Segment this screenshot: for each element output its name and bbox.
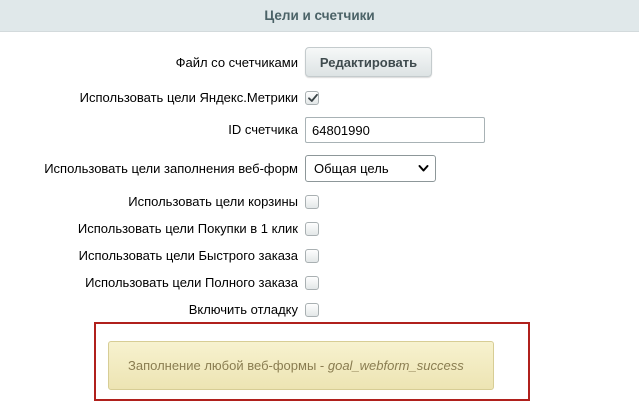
quick-order-goals-checkbox[interactable] (305, 249, 319, 263)
cart-goals-checkbox[interactable] (305, 195, 319, 209)
goal-code: goal_webform_success (327, 358, 464, 373)
debug-label: Включить отладку (188, 302, 298, 317)
webform-goals-label: Использовать цели заполнения веб-форм (44, 161, 298, 176)
full-order-goals-label: Использовать цели Полного заказа (85, 275, 298, 290)
section-title: Цели и счетчики (264, 8, 375, 23)
quick-order-goals-label: Использовать цели Быстрого заказа (78, 248, 298, 263)
edit-button[interactable]: Редактировать (305, 47, 432, 77)
use-yandex-goals-label: Использовать цели Яндекс.Метрики (79, 90, 298, 105)
check-icon (308, 93, 318, 102)
counter-id-input[interactable] (305, 117, 485, 143)
goal-notice-text: Заполнение любой веб-формы - (128, 358, 325, 373)
webform-goals-select[interactable]: Общая цель (305, 155, 436, 182)
use-yandex-goals-checkbox[interactable] (305, 91, 319, 105)
counters-file-label: Файл со счетчиками (175, 55, 298, 70)
chevron-down-icon (418, 165, 429, 172)
one-click-goals-label: Использовать цели Покупки в 1 клик (77, 221, 298, 236)
goal-notice: Заполнение любой веб-формы - goal_webfor… (108, 341, 494, 390)
counter-id-label: ID счетчика (228, 122, 298, 137)
full-order-goals-checkbox[interactable] (305, 276, 319, 290)
one-click-goals-checkbox[interactable] (305, 222, 319, 236)
debug-checkbox[interactable] (305, 303, 319, 317)
section-header: Цели и счетчики (0, 0, 639, 32)
cart-goals-label: Использовать цели корзины (128, 194, 298, 209)
webform-goals-selected-value: Общая цель (314, 161, 389, 176)
